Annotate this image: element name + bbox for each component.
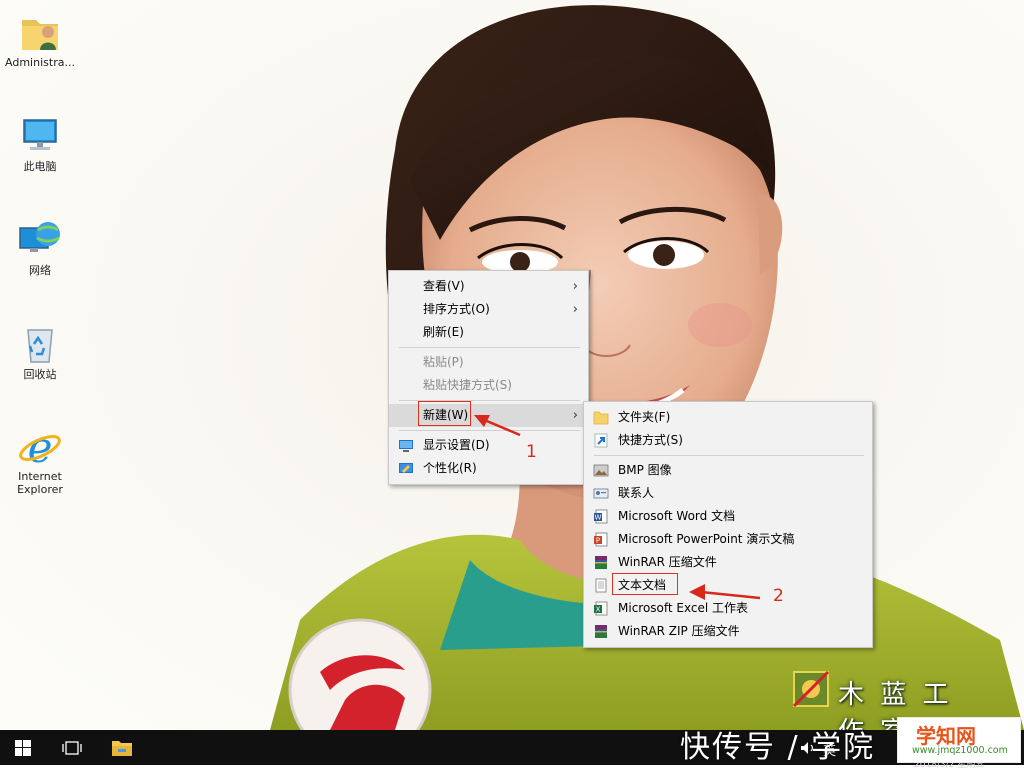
submenu-item-shortcut[interactable]: 快捷方式(S) <box>584 429 872 452</box>
network-icon <box>19 222 60 252</box>
menu-item-label: 排序方式(O) <box>423 302 490 316</box>
task-view-button[interactable] <box>48 730 94 765</box>
menu-item-paste[interactable]: 粘贴(P) <box>389 351 588 374</box>
file-explorer-button[interactable] <box>98 730 144 765</box>
svg-text:W: W <box>595 514 602 522</box>
contact-icon <box>593 488 609 499</box>
chevron-right-icon: › <box>572 302 578 317</box>
powerpoint-icon: P <box>594 532 608 547</box>
text-document-icon <box>595 578 607 593</box>
submenu-item-bmp[interactable]: BMP 图像 <box>584 459 872 482</box>
menu-item-view[interactable]: 查看(V) › <box>389 275 588 298</box>
display-settings-icon <box>399 440 413 452</box>
menu-item-label: WinRAR ZIP 压缩文件 <box>618 624 740 638</box>
svg-text:P: P <box>596 537 600 545</box>
desktop-icon-this-pc[interactable]: 此电脑 <box>0 114 80 173</box>
task-view-icon <box>62 741 82 755</box>
word-document-icon: W <box>594 509 608 524</box>
menu-item-label: BMP 图像 <box>618 463 672 477</box>
menu-item-personalize[interactable]: 个性化(R) <box>389 457 588 480</box>
menu-item-label: 粘贴快捷方式(S) <box>423 378 512 392</box>
file-explorer-icon <box>112 741 132 756</box>
menu-item-sort-by[interactable]: 排序方式(O) › <box>389 298 588 321</box>
submenu-item-contact[interactable]: 联系人 <box>584 482 872 505</box>
menu-item-label: 个性化(R) <box>423 461 477 475</box>
menu-item-label: 粘贴(P) <box>423 355 464 369</box>
menu-item-label: Microsoft PowerPoint 演示文稿 <box>618 532 795 546</box>
desktop-icon-recycle-bin[interactable]: 回收站 <box>0 322 80 381</box>
menu-item-label: 联系人 <box>618 486 655 500</box>
menu-item-refresh[interactable]: 刷新(E) <box>389 321 588 344</box>
site-watermark-badge: 学知网 www.jmqz1000.com <box>897 717 1021 763</box>
menu-item-paste-shortcut[interactable]: 粘贴快捷方式(S) <box>389 374 588 397</box>
menu-item-label: 快捷方式(S) <box>618 433 683 447</box>
annotation-arrow-1 <box>474 415 521 437</box>
bmp-image-icon <box>593 464 609 477</box>
menu-item-label: 文件夹(F) <box>618 410 671 424</box>
user-folder-icon <box>22 20 58 50</box>
platform-watermark-text: 快传号 / 学院 <box>680 730 876 765</box>
submenu-item-winrar[interactable]: WinRAR 压缩文件 <box>584 551 872 574</box>
chevron-right-icon: › <box>572 279 578 294</box>
folder-icon <box>593 411 609 425</box>
this-pc-icon <box>23 119 57 150</box>
annotation-arrow-2 <box>689 584 761 600</box>
submenu-item-folder[interactable]: 文件夹(F) <box>584 406 872 429</box>
excel-icon: X <box>594 601 608 616</box>
annotation-step-2: 2 <box>773 586 784 606</box>
highlight-box-new <box>418 401 471 426</box>
desktop-icon-internet-explorer[interactable]: e Internet Explorer <box>0 424 80 496</box>
menu-item-label: 查看(V) <box>423 279 465 293</box>
submenu-item-powerpoint[interactable]: P Microsoft PowerPoint 演示文稿 <box>584 528 872 551</box>
desktop-icon-network[interactable]: 网络 <box>0 218 80 277</box>
shortcut-icon <box>594 433 608 448</box>
desktop-icon-administrator[interactable]: Administra... <box>0 10 80 69</box>
start-button[interactable] <box>0 730 46 765</box>
menu-item-label: WinRAR 压缩文件 <box>618 555 717 569</box>
studio-logo-icon <box>792 670 830 708</box>
new-submenu: 文件夹(F) 快捷方式(S) BMP 图像 联系人 W Microsoft Wo… <box>583 401 873 648</box>
annotation-step-1: 1 <box>526 442 537 462</box>
recycle-bin-icon <box>27 329 53 363</box>
desktop-context-menu: 查看(V) › 排序方式(O) › 刷新(E) 粘贴(P) 粘贴快捷方式(S) … <box>388 270 589 485</box>
windows-logo-icon <box>15 740 31 756</box>
studio-watermark: 木 蓝 工 作 室 <box>790 662 990 747</box>
site-url: www.jmqz1000.com <box>912 745 1008 756</box>
menu-item-label: Microsoft Word 文档 <box>618 509 736 523</box>
internet-explorer-icon: e <box>19 424 61 468</box>
chevron-right-icon: › <box>572 408 578 423</box>
svg-text:X: X <box>596 606 601 614</box>
winrar-zip-icon <box>595 625 607 638</box>
personalize-icon <box>399 463 413 473</box>
menu-separator <box>594 455 864 456</box>
svg-text:e: e <box>28 424 53 468</box>
highlight-box-text-document <box>612 573 678 595</box>
submenu-item-word[interactable]: W Microsoft Word 文档 <box>584 505 872 528</box>
menu-separator <box>399 347 580 348</box>
menu-item-label: 刷新(E) <box>423 325 464 339</box>
submenu-item-winrar-zip[interactable]: WinRAR ZIP 压缩文件 <box>584 620 872 643</box>
winrar-icon <box>595 556 607 569</box>
